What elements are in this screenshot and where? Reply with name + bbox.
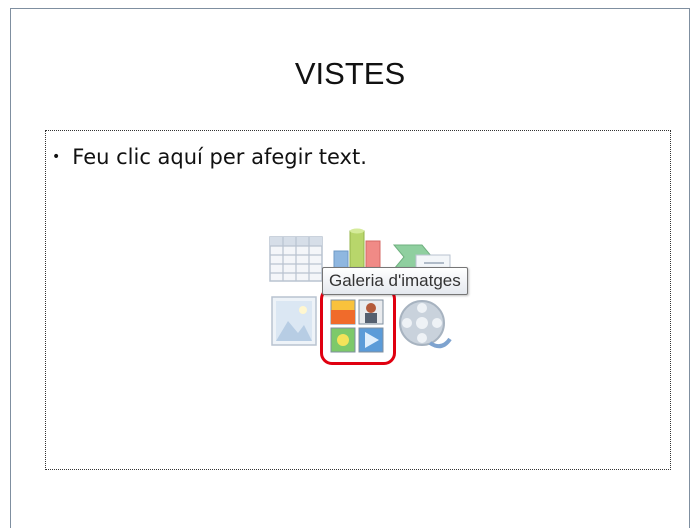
placeholder-text[interactable]: Feu clic aquí per afegir text. [72,145,367,169]
media-clip-icon[interactable] [396,297,454,353]
clip-art-highlight-box [320,287,396,365]
slide-canvas: VISTES • Feu clic aquí per afegir text. [10,8,690,528]
content-placeholder[interactable]: • Feu clic aquí per afegir text. [45,130,671,470]
picture-icon[interactable] [270,295,320,349]
slide-title[interactable]: VISTES [11,56,689,92]
bullet-text-row[interactable]: • Feu clic aquí per afegir text. [52,145,367,169]
bullet-icon: • [52,149,61,165]
table-icon[interactable] [268,235,326,285]
insert-content-icons [268,228,458,365]
tooltip: Galeria d'imatges [322,267,468,295]
